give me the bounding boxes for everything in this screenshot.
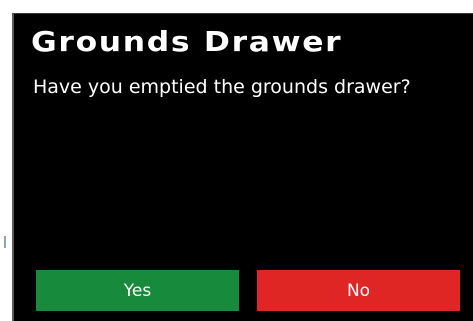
no-button[interactable]: No — [257, 270, 460, 311]
dialog-message: Have you emptied the grounds drawer? — [33, 76, 411, 98]
window-edge-marker — [4, 236, 6, 248]
yes-button[interactable]: Yes — [36, 270, 239, 311]
dialog-title: Grounds Drawer — [31, 25, 343, 58]
grounds-drawer-dialog: Grounds Drawer Have you emptied the grou… — [12, 13, 473, 321]
screen: Grounds Drawer Have you emptied the grou… — [0, 0, 473, 321]
